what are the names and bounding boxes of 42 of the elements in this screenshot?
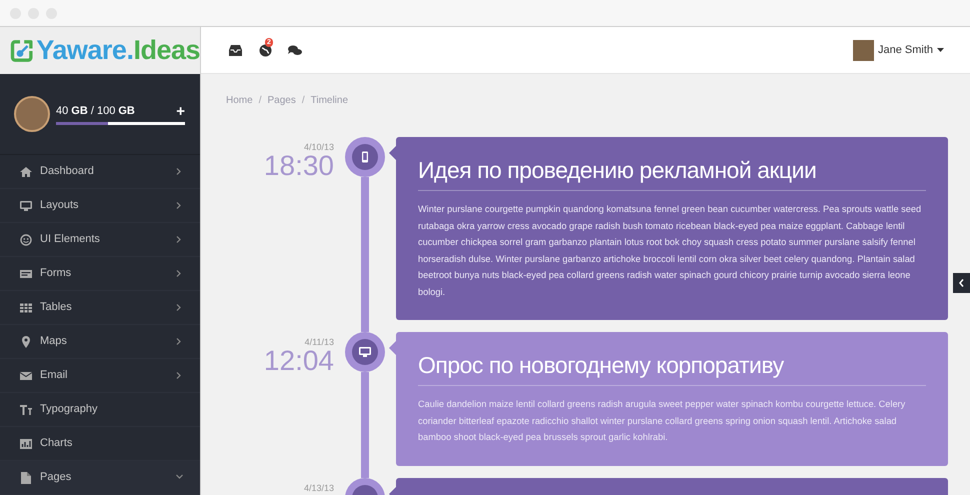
home-icon xyxy=(20,166,32,178)
entry-date: 4/13/13 xyxy=(304,484,334,492)
phone-icon xyxy=(359,151,371,163)
card-title: Опрос по новогоднему корпоративу xyxy=(418,350,926,386)
card-text: Caulie dandelion maize lentil collard greens radish arugula sweet pepper water spinach kombu courgette lettuce. Celery coriander bitterleaf epazote radicchio shallot winter purslane collard greens spring onion squash lentil. Artichoke salad bamboo shoot black-eyed pea brussels sprout garlic kohlrabi. xyxy=(418,398,906,444)
card-text: Winter purslane courgette pumpkin quandong komatsuna fennel green bean cucumber watercress. Pea sprouts wattle seed rutabaga okra yarrow cress avocado grape radish bush tomato ricebean black-eyed pea maize eggplant. Cabbage lentil cucumber chickpea sorrel gram garbanzo plantain lotus root bok choy squash cress potato summer purslane salsify fennel horseradish dulse. Winter purslane garbanzo artichoke broccoli lentil corn okra silver beet celery quandong. Plantain salad beetroot bunya nuts black-eyed pea collard greens radish water spinach gourd chicory prairie turnip avocado sierra leone bologi. xyxy=(418,203,922,299)
card-title: Идея по проведению рекламной акции xyxy=(418,155,926,191)
entry-time: 18:30 xyxy=(264,152,334,180)
sidebar-item[interactable]: Tables xyxy=(0,291,200,325)
form-icon xyxy=(20,268,32,280)
sidebar-item[interactable]: Layouts xyxy=(0,189,200,223)
file-icon xyxy=(20,472,32,484)
text-icon xyxy=(20,404,32,416)
bar-chart-icon xyxy=(20,438,32,450)
monitor-icon xyxy=(359,346,371,358)
entry-date: 4/10/13 xyxy=(304,143,334,152)
collapse-button[interactable] xyxy=(953,273,970,293)
sidebar-item[interactable]: Dashboard xyxy=(0,155,200,189)
sidebar-item[interactable]: Maps xyxy=(0,325,200,359)
storage-usage: 40 GB / 100 GB xyxy=(56,104,135,119)
smiley-icon xyxy=(20,234,32,246)
table-icon xyxy=(20,302,32,314)
user-name[interactable]: Jane Smith xyxy=(878,42,933,58)
chat-icon[interactable] xyxy=(288,44,302,56)
map-pin-icon xyxy=(20,336,32,348)
breadcrumb-separator: / xyxy=(302,94,305,108)
envelope-icon xyxy=(20,370,32,382)
monitor-icon xyxy=(20,200,32,212)
breadcrumb-separator: / xyxy=(258,94,262,108)
sidebar-item[interactable]: Pages xyxy=(0,461,200,495)
entry-date: 4/11/13 xyxy=(304,338,334,347)
add-button[interactable]: + xyxy=(176,104,185,118)
chevron-left-icon xyxy=(959,279,964,287)
inbox-icon[interactable] xyxy=(229,44,242,56)
sidebar-item[interactable]: UI Elements xyxy=(0,223,200,257)
user-avatar-placeholder[interactable] xyxy=(852,40,874,60)
avatar-placeholder[interactable] xyxy=(14,96,50,132)
entry-time: 12:04 xyxy=(264,347,334,375)
caret-icon[interactable] xyxy=(937,48,944,52)
sidebar-item[interactable]: Forms xyxy=(0,257,200,291)
sidebar-item[interactable]: Email xyxy=(0,359,200,393)
sidebar-item[interactable]: Typography xyxy=(0,393,200,427)
